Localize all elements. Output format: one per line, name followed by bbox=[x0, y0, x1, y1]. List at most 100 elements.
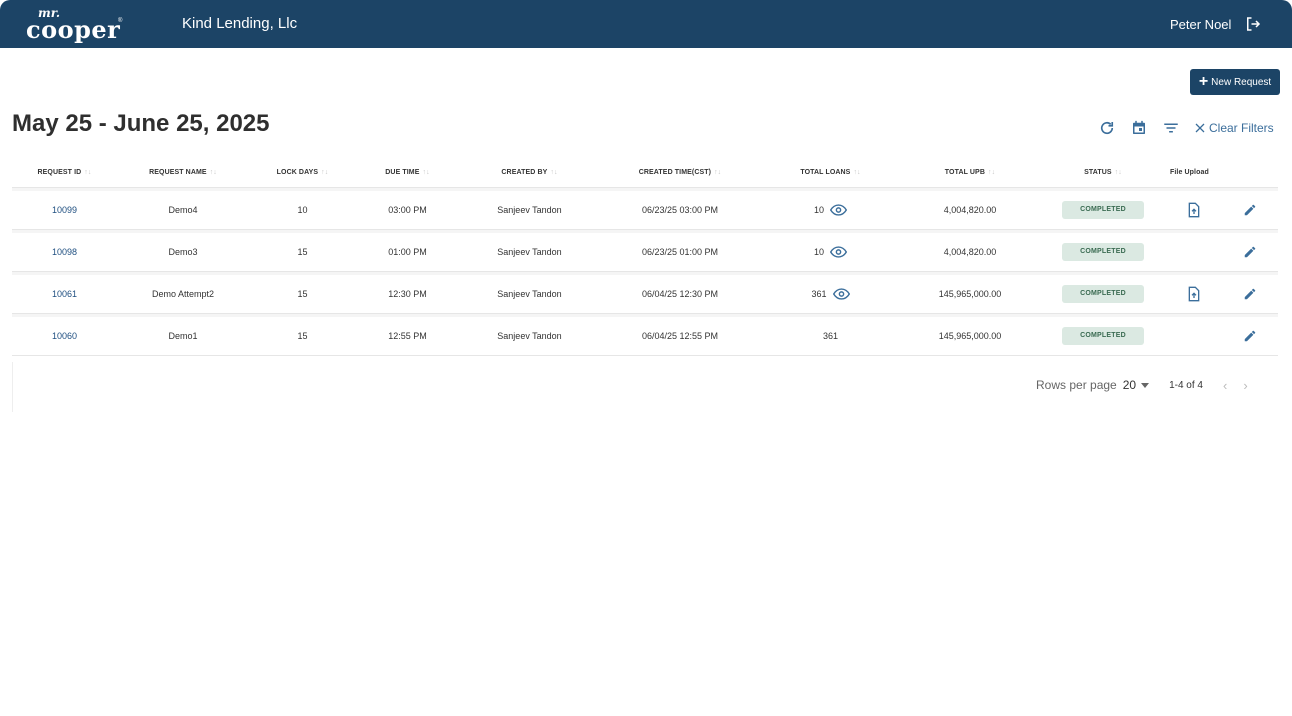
total-loans-cell: 10 bbox=[760, 230, 901, 272]
table-row: 10099 Demo4 10 03:00 PM Sanjeev Tandon 0… bbox=[12, 188, 1278, 230]
request-id-link[interactable]: 10098 bbox=[12, 230, 117, 272]
lock-days: 10 bbox=[249, 188, 356, 230]
new-request-button[interactable]: + New Request bbox=[1190, 69, 1280, 95]
logo-registered-mark: ® bbox=[118, 18, 123, 24]
request-id-link[interactable]: 10099 bbox=[12, 188, 117, 230]
logout-icon[interactable] bbox=[1244, 15, 1262, 33]
total-upb: 145,965,000.00 bbox=[901, 272, 1039, 314]
table-row: 10061 Demo Attempt2 15 12:30 PM Sanjeev … bbox=[12, 272, 1278, 314]
close-icon bbox=[1195, 123, 1205, 133]
request-name: Demo1 bbox=[117, 314, 249, 356]
status-badge: COMPLETED bbox=[1062, 201, 1144, 219]
refresh-icon[interactable] bbox=[1098, 119, 1116, 137]
rows-per-page-label: Rows per page bbox=[1036, 378, 1117, 392]
next-page-icon[interactable]: › bbox=[1243, 378, 1247, 393]
status-badge: COMPLETED bbox=[1062, 243, 1144, 261]
rows-per-page-select[interactable]: 20 bbox=[1122, 378, 1150, 392]
sort-icon: ↑↓ bbox=[853, 169, 861, 176]
sort-icon: ↑↓ bbox=[84, 169, 92, 176]
request-name: Demo3 bbox=[117, 230, 249, 272]
file-actions-cell bbox=[1167, 272, 1278, 314]
sort-icon: ↑↓ bbox=[714, 169, 722, 176]
total-loans: 361 bbox=[760, 314, 901, 356]
table-row: 10060 Demo1 15 12:55 PM Sanjeev Tandon 0… bbox=[12, 314, 1278, 356]
total-upb: 145,965,000.00 bbox=[901, 314, 1039, 356]
request-name: Demo Attempt2 bbox=[117, 272, 249, 314]
sort-icon: ↑↓ bbox=[209, 169, 217, 176]
eye-icon[interactable] bbox=[832, 288, 850, 300]
filter-icon[interactable] bbox=[1162, 119, 1180, 137]
due-time: 12:55 PM bbox=[356, 314, 459, 356]
file-actions-cell bbox=[1167, 188, 1278, 230]
eye-icon[interactable] bbox=[830, 246, 847, 258]
upload-icon[interactable] bbox=[1187, 286, 1201, 302]
column-header-total-loans[interactable]: TOTAL LOANS ↑↓ bbox=[760, 158, 901, 188]
status-cell: COMPLETED bbox=[1039, 314, 1167, 356]
created-by: Sanjeev Tandon bbox=[459, 314, 600, 356]
total-loans-cell: 361 bbox=[760, 272, 901, 314]
sort-icon: ↑↓ bbox=[987, 169, 996, 176]
column-header-created-time[interactable]: CREATED TIME(CST) ↑↓ bbox=[600, 158, 760, 188]
lock-days: 15 bbox=[249, 314, 356, 356]
status-cell: COMPLETED bbox=[1039, 230, 1167, 272]
created-time: 06/23/25 01:00 PM bbox=[600, 230, 760, 272]
column-header-lock-days[interactable]: LOCK DAYS ↑↓ bbox=[249, 158, 356, 188]
pencil-icon[interactable] bbox=[1243, 329, 1257, 343]
sort-icon: ↑↓ bbox=[422, 169, 430, 176]
status-badge: COMPLETED bbox=[1062, 327, 1144, 345]
request-name: Demo4 bbox=[117, 188, 249, 230]
lock-days: 15 bbox=[249, 230, 356, 272]
table-toolbar: Clear Filters bbox=[1098, 116, 1274, 140]
created-by: Sanjeev Tandon bbox=[459, 272, 600, 314]
clear-filters-button[interactable]: Clear Filters bbox=[1194, 121, 1274, 135]
table-border-line bbox=[12, 362, 13, 412]
pencil-icon[interactable] bbox=[1243, 287, 1257, 301]
page-title: May 25 - June 25, 2025 bbox=[12, 110, 270, 137]
file-actions-cell bbox=[1167, 314, 1278, 356]
column-header-request-name[interactable]: REQUEST NAME ↑↓ bbox=[117, 158, 249, 188]
total-loans-cell: 10 bbox=[760, 188, 901, 230]
column-header-request-id[interactable]: REQUEST ID ↑↓ bbox=[12, 158, 117, 188]
column-header-created-by[interactable]: CREATED BY ↑↓ bbox=[459, 158, 600, 188]
pagination-range: 1-4 of 4 bbox=[1169, 379, 1203, 391]
column-header-due-time[interactable]: DUE TIME ↑↓ bbox=[356, 158, 459, 188]
new-request-label: New Request bbox=[1211, 76, 1272, 88]
mr-cooper-logo[interactable]: mr. cooper ® bbox=[26, 6, 126, 44]
column-header-status[interactable]: STATUS ↑↓ bbox=[1039, 158, 1167, 188]
created-time: 06/04/25 12:30 PM bbox=[600, 272, 760, 314]
due-time: 01:00 PM bbox=[356, 230, 459, 272]
column-header-total-upb[interactable]: TOTAL UPB ↑↓ bbox=[901, 158, 1039, 188]
requests-table: REQUEST ID ↑↓ REQUEST NAME ↑↓ LOCK DAYS ↑↓ … bbox=[12, 158, 1278, 356]
status-badge: COMPLETED bbox=[1062, 285, 1144, 303]
pagination: Rows per page 20 1-4 of 4 ‹ › bbox=[1036, 376, 1280, 394]
user-name: Peter Noel bbox=[1170, 17, 1232, 32]
total-loans: 361 bbox=[811, 289, 827, 299]
calendar-icon[interactable] bbox=[1130, 119, 1148, 137]
rows-per-page-value: 20 bbox=[1122, 378, 1137, 392]
pencil-icon[interactable] bbox=[1243, 245, 1257, 259]
sort-icon: ↑↓ bbox=[321, 169, 329, 176]
request-id-link[interactable]: 10061 bbox=[12, 272, 117, 314]
sort-icon: ↑↓ bbox=[550, 169, 558, 176]
previous-page-icon[interactable]: ‹ bbox=[1223, 378, 1227, 393]
column-header-file-upload: File Upload bbox=[1167, 158, 1278, 188]
sort-icon: ↑↓ bbox=[1114, 169, 1122, 176]
status-cell: COMPLETED bbox=[1039, 272, 1167, 314]
table-row: 10098 Demo3 15 01:00 PM Sanjeev Tandon 0… bbox=[12, 230, 1278, 272]
eye-icon[interactable] bbox=[830, 204, 847, 216]
plus-icon: + bbox=[1198, 73, 1209, 90]
clear-filters-label: Clear Filters bbox=[1209, 121, 1274, 135]
due-time: 12:30 PM bbox=[356, 272, 459, 314]
pencil-icon[interactable] bbox=[1243, 203, 1257, 217]
file-actions-cell bbox=[1167, 230, 1278, 272]
created-time: 06/04/25 12:55 PM bbox=[600, 314, 760, 356]
created-time: 06/23/25 03:00 PM bbox=[600, 188, 760, 230]
logo-big-text: cooper bbox=[26, 15, 121, 44]
total-upb: 4,004,820.00 bbox=[901, 188, 1039, 230]
caret-down-icon bbox=[1141, 382, 1150, 388]
upload-icon[interactable] bbox=[1187, 202, 1201, 218]
request-id-link[interactable]: 10060 bbox=[12, 314, 117, 356]
company-name: Kind Lending, Llc bbox=[182, 15, 298, 32]
created-by: Sanjeev Tandon bbox=[459, 230, 600, 272]
total-loans: 10 bbox=[813, 205, 824, 215]
